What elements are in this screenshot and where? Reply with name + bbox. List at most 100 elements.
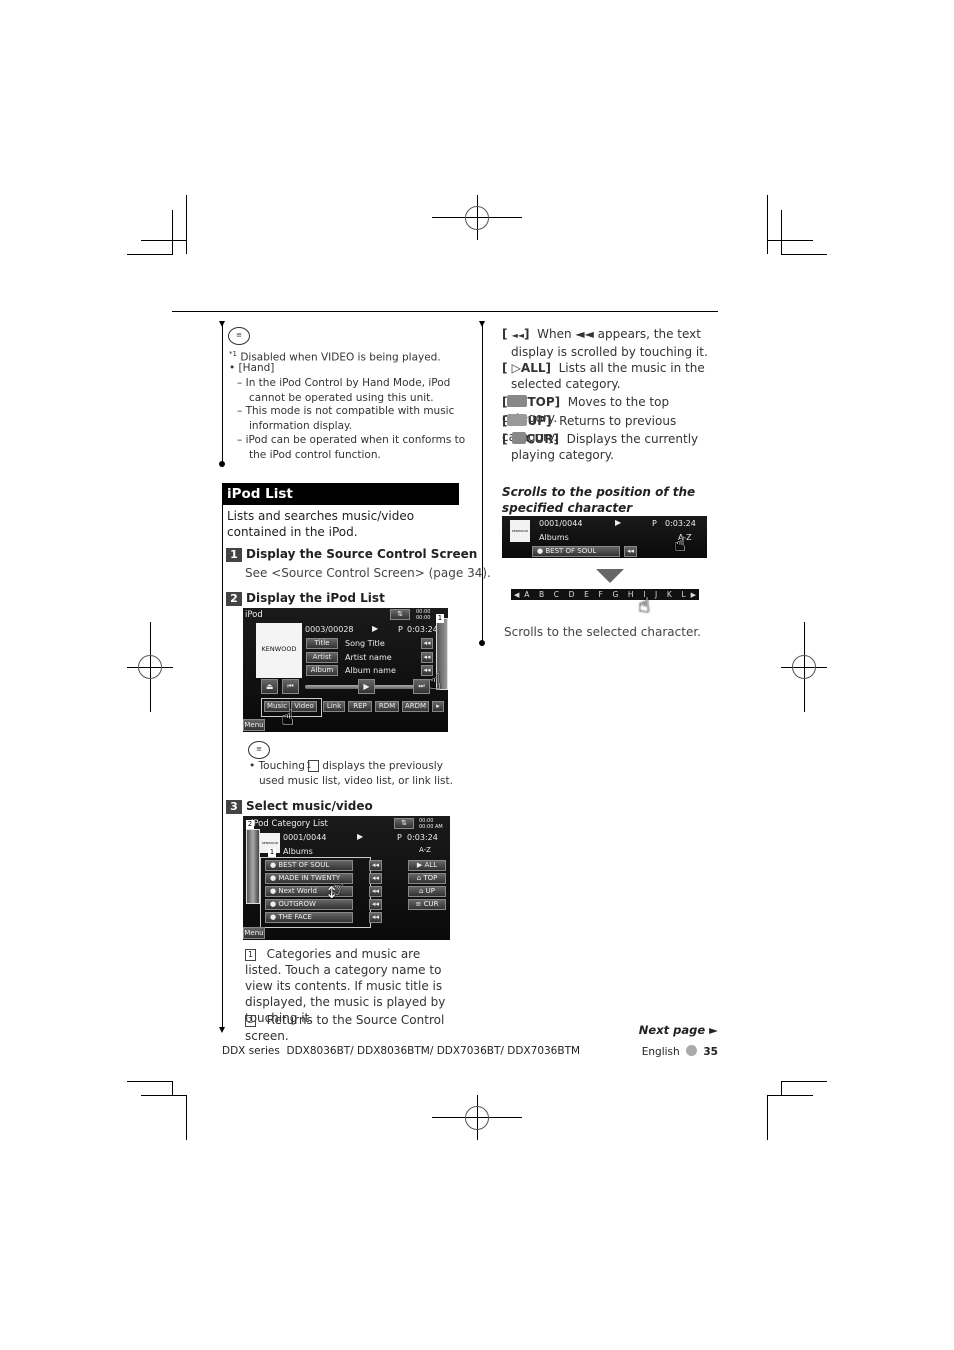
more-button[interactable]: ▸ bbox=[432, 701, 444, 712]
album-label: Album bbox=[306, 665, 338, 676]
page-dot-icon bbox=[686, 1045, 698, 1056]
step-number: 1 bbox=[226, 548, 242, 562]
back-to-source-tab[interactable] bbox=[246, 829, 260, 904]
next-page-link[interactable]: Next page ► bbox=[620, 1023, 718, 1037]
scroll-text-button[interactable]: ◂◂ bbox=[421, 638, 433, 649]
previous-button[interactable]: ⏮ bbox=[282, 679, 299, 694]
alphabet-letter[interactable]: B bbox=[539, 590, 544, 599]
screen-title: iPod Category List bbox=[251, 819, 328, 829]
track-counter: 0001/0044 bbox=[283, 833, 327, 842]
alphabet-next-icon[interactable]: ▶ bbox=[691, 591, 696, 599]
video-button[interactable]: Video bbox=[291, 701, 317, 712]
category-item[interactable]: ● THE FACE bbox=[265, 912, 353, 923]
play-mode: P bbox=[397, 833, 402, 842]
repeat-button[interactable]: REP bbox=[348, 701, 372, 712]
scroll-text-button[interactable]: ◂◂ bbox=[369, 860, 382, 871]
alphabet-letter[interactable]: H bbox=[628, 590, 634, 599]
right-item-scroll: [ ◄◄] When ◄◄ appears, the text display … bbox=[502, 327, 708, 359]
clock: 00:00 00:00 AM bbox=[419, 818, 443, 830]
menu-button[interactable]: Menu bbox=[243, 719, 265, 731]
note-item: – In the iPod Control by Hand Mode, iPod… bbox=[237, 377, 451, 404]
step-title: Display the iPod List bbox=[246, 591, 385, 605]
play-icon: ▶ bbox=[372, 624, 379, 633]
track-counter: 0003/00028 bbox=[305, 625, 354, 634]
top-folder-icon bbox=[507, 395, 528, 407]
source-switch-button[interactable]: ⇅ bbox=[394, 818, 414, 829]
hand-pointer-icon: ☝ bbox=[674, 532, 687, 556]
step-number: 2 bbox=[226, 592, 242, 606]
artist-label: Artist bbox=[306, 652, 338, 663]
right-item-cur: [ CUR] Displays the currently playing ca… bbox=[502, 432, 699, 462]
title-value: Song Title bbox=[345, 639, 385, 648]
scroll-text-button[interactable]: ◂◂ bbox=[624, 546, 637, 557]
random-button[interactable]: RDM bbox=[375, 701, 399, 712]
note-icon: ≡ bbox=[228, 327, 250, 345]
ipod-control-screenshot: iPod KENWOOD 0003/00028 ▶ P 0:03:24 ⇅ 00… bbox=[243, 608, 448, 732]
callout-box: 1 bbox=[245, 949, 256, 961]
album-art: KENWOOD bbox=[510, 520, 530, 542]
note-touching: • Touching 1 displays the previously used… bbox=[249, 760, 453, 787]
alphabet-letter[interactable]: A bbox=[524, 590, 529, 599]
scroll-text-button[interactable]: ◂◂ bbox=[369, 873, 382, 884]
category-name: Albums bbox=[283, 847, 313, 856]
alphabet-letter[interactable]: D bbox=[569, 590, 575, 599]
play-outline-icon: ▷ bbox=[511, 361, 521, 375]
alphabet-letter[interactable]: C bbox=[554, 590, 559, 599]
alphabet-letter[interactable]: G bbox=[612, 590, 618, 599]
scroll-text-button[interactable]: ◂◂ bbox=[369, 899, 382, 910]
hand-bullet: • [Hand] bbox=[229, 362, 275, 374]
alphabet-letter[interactable]: F bbox=[598, 590, 602, 599]
artist-value: Artist name bbox=[345, 653, 392, 662]
scroll-text-button[interactable]: ◂◂ bbox=[421, 652, 433, 663]
up-folder-icon bbox=[507, 414, 528, 426]
alphabet-letter[interactable]: K bbox=[667, 590, 672, 599]
scroll-text-button[interactable]: ◂◂ bbox=[369, 912, 382, 923]
footnote-mark: *1 bbox=[229, 350, 237, 358]
link-button[interactable]: Link bbox=[323, 701, 345, 712]
step-3: 3 Select music/video bbox=[226, 798, 373, 814]
footer-models: DDX series DDX8036BT/ DDX8036BTM/ DDX703… bbox=[222, 1045, 580, 1057]
alphabet-letters: ABCDEFGHIJKL bbox=[519, 590, 690, 599]
play-pause-button[interactable]: ▶ bbox=[358, 679, 375, 694]
top-button[interactable]: ⌂ TOP bbox=[408, 873, 446, 884]
step-title: Select music/video bbox=[246, 799, 373, 813]
section-intro: Lists and searches music/video contained… bbox=[227, 509, 415, 539]
category-name: Albums bbox=[539, 533, 569, 542]
track-counter: 0001/0044 bbox=[539, 519, 583, 528]
step-number: 3 bbox=[226, 800, 242, 814]
caption: Scrolls to the selected character. bbox=[504, 625, 701, 639]
callout-box: 2 bbox=[245, 1015, 256, 1027]
subheading: Scrolls to the position of the specified… bbox=[502, 485, 696, 515]
hand-pointer-icon: ☝ bbox=[428, 670, 442, 695]
scroll-text-button[interactable]: ◂◂ bbox=[369, 886, 382, 897]
alphabet-letter[interactable]: E bbox=[584, 590, 589, 599]
clock: 00:00 00:00 bbox=[416, 609, 431, 621]
title-label: Title bbox=[306, 638, 338, 649]
play-icon: ▶ bbox=[615, 518, 622, 527]
footer-page: English 35 bbox=[622, 1045, 718, 1058]
current-list-icon bbox=[511, 432, 526, 444]
eject-button[interactable]: ⏏ bbox=[261, 679, 278, 694]
play-time: 0:03:24 bbox=[407, 833, 438, 842]
play-icon: ▶ bbox=[357, 832, 364, 841]
category-item[interactable]: ● OUTGROW bbox=[265, 899, 353, 910]
album-art: KENWOOD bbox=[256, 623, 302, 678]
note-item: – iPod can be operated when it conforms … bbox=[237, 434, 466, 461]
source-switch-button[interactable]: ⇅ bbox=[390, 609, 410, 620]
callout-1: 1 bbox=[436, 614, 444, 623]
legend-item-2: 2 Returns to the Source Control screen. bbox=[245, 1013, 445, 1043]
menu-button[interactable]: Menu bbox=[243, 927, 265, 939]
category-item[interactable]: ● BEST OF SOUL bbox=[532, 546, 620, 557]
alphabet-letter[interactable]: L bbox=[681, 590, 685, 599]
cur-button[interactable]: ≡ CUR bbox=[408, 899, 446, 910]
up-button[interactable]: ⌂ UP bbox=[408, 886, 446, 897]
all-button[interactable]: ▶ ALL bbox=[408, 860, 446, 871]
category-item[interactable]: ● BEST OF SOUL bbox=[265, 860, 353, 871]
right-item-all: [ ▷ALL] Lists all the music in the selec… bbox=[502, 361, 705, 391]
callout-2: 2 bbox=[246, 820, 254, 829]
play-time: 0:03:24 bbox=[665, 519, 696, 528]
kenwood-logo: KENWOOD bbox=[261, 645, 297, 653]
all-random-button[interactable]: ARDM bbox=[402, 701, 429, 712]
az-button[interactable]: A-Z bbox=[415, 846, 435, 857]
alphabet-letter[interactable]: J bbox=[655, 590, 657, 599]
